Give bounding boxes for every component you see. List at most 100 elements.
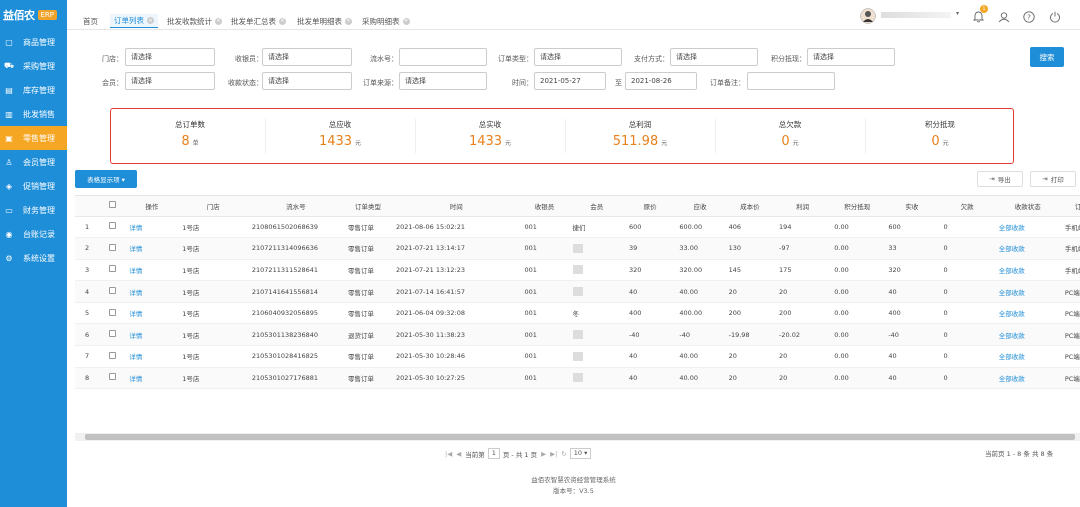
tab-2[interactable]: 批发收款统计 ✕ <box>163 14 226 28</box>
date-to-input[interactable]: 2021-08-26 <box>625 72 697 90</box>
table-row[interactable]: 4 详情 1号店 2107141641556814 零售订单 2021-07-14 16:… <box>75 280 1080 303</box>
table-row[interactable]: 7 详情 1号店 2105301028416825 零售订单 2021-05-30 10:… <box>75 345 1080 368</box>
user-center-icon[interactable] <box>998 8 1010 24</box>
close-icon[interactable]: ✕ <box>279 17 286 25</box>
row-checkbox[interactable] <box>108 222 116 230</box>
column-header[interactable]: 实收 <box>884 196 940 217</box>
column-header[interactable]: 操作 <box>125 196 179 217</box>
remark-input[interactable] <box>747 72 835 90</box>
tab-0[interactable]: 首页 <box>79 14 102 28</box>
sidebar-item-7[interactable]: ▭ 财务管理 <box>0 198 67 222</box>
column-header[interactable]: 收款状态 <box>994 196 1061 217</box>
table-row[interactable]: 5 详情 1号店 2106040932056895 零售订单 2021-06-04 09:… <box>75 302 1080 325</box>
order-type-select[interactable]: 请选择 <box>534 48 622 66</box>
row-checkbox[interactable] <box>108 330 116 338</box>
member-select[interactable]: 请选择 <box>125 72 215 90</box>
pay-status-select[interactable]: 请选择 <box>262 72 352 90</box>
column-header[interactable]: 成本价 <box>724 196 776 217</box>
help-icon[interactable]: ? <box>1023 8 1035 24</box>
column-header[interactable]: 流水号 <box>247 196 344 217</box>
row-checkbox[interactable] <box>108 265 116 273</box>
sidebar-item-3[interactable]: ▥ 批发销售 <box>0 102 67 126</box>
table-row[interactable]: 3 详情 1号店 2107211311528641 零售订单 2021-07-21 13:… <box>75 259 1080 282</box>
row-checkbox[interactable] <box>108 351 116 359</box>
sidebar-item-1[interactable]: ⛟ 采购管理 <box>0 54 67 78</box>
avatar[interactable] <box>860 8 876 24</box>
next-page-icon[interactable]: ▶ <box>541 450 546 458</box>
store-select[interactable]: 请选择 <box>125 48 215 66</box>
column-header[interactable]: 欠款 <box>939 196 995 217</box>
column-header[interactable]: 积分抵现 <box>830 196 885 217</box>
refresh-icon[interactable]: ↻ <box>561 450 566 458</box>
tab-5[interactable]: 采购明细表 ✕ <box>358 14 414 28</box>
prev-page-icon[interactable]: ◀ <box>456 450 461 458</box>
column-header[interactable]: 收银员 <box>520 196 569 217</box>
table-row[interactable]: 6 详情 1号店 2105301138236840 退货订单 2021-05-30 11:… <box>75 323 1080 347</box>
sidebar-item-0[interactable]: ▢ 商品管理 <box>0 30 67 54</box>
close-icon[interactable]: ✕ <box>345 17 352 25</box>
row-checkbox[interactable] <box>108 308 116 316</box>
payment-status-link[interactable]: 全部收款 <box>999 224 1025 232</box>
sidebar-item-6[interactable]: ◈ 促销管理 <box>0 174 67 198</box>
column-header[interactable]: 原价 <box>624 196 676 217</box>
chevron-down-icon[interactable]: ▾ <box>956 10 959 26</box>
tab-4[interactable]: 批发单明细表 ✕ <box>293 14 356 28</box>
sidebar-item-8[interactable]: ◉ 台账记录 <box>0 222 67 246</box>
first-page-icon[interactable]: |◀ <box>445 450 452 458</box>
column-header[interactable]: 利润 <box>775 196 831 217</box>
tab-1[interactable]: 订单列表 ✕ <box>110 14 158 28</box>
payment-status-link[interactable]: 全部收款 <box>999 245 1025 253</box>
points-select[interactable]: 请选择 <box>807 48 895 66</box>
page-input[interactable]: 1 <box>487 448 500 459</box>
page-size-select[interactable]: 10 ▾ <box>569 448 592 459</box>
payment-status-link[interactable]: 全部收款 <box>999 267 1025 275</box>
close-icon[interactable]: ✕ <box>147 17 154 24</box>
last-page-icon[interactable]: ▶| <box>550 450 557 458</box>
print-button[interactable]: ⇥ 打印 <box>1030 171 1076 187</box>
row-checkbox[interactable] <box>108 243 116 251</box>
detail-link[interactable]: 详情 <box>129 289 142 297</box>
table-row[interactable]: 1 详情 1号店 2108061502068639 零售订单 2021-08-06 15:… <box>75 216 1080 239</box>
table-row[interactable]: 2 详情 1号店 2107211314096636 零售订单 2021-07-21 13:… <box>75 237 1080 260</box>
columns-button[interactable]: 表格显示项 ▾ <box>75 170 137 188</box>
close-icon[interactable]: ✕ <box>215 17 222 25</box>
horizontal-scrollbar[interactable] <box>75 433 1080 441</box>
detail-link[interactable]: 详情 <box>129 375 142 383</box>
scrollbar-thumb[interactable] <box>85 434 1075 440</box>
date-from-input[interactable]: 2021-05-27 <box>534 72 606 90</box>
column-header[interactable]: 门店 <box>178 196 248 217</box>
payment-status-link[interactable]: 全部收款 <box>999 310 1025 318</box>
detail-link[interactable]: 详情 <box>129 310 142 318</box>
sidebar-item-4[interactable]: ▣ 零售管理 <box>0 126 67 150</box>
source-select[interactable]: 请选择 <box>399 72 487 90</box>
row-checkbox[interactable] <box>108 287 116 295</box>
sidebar-item-9[interactable]: ⚙ 系统设置 <box>0 246 67 270</box>
table-row[interactable]: 8 详情 1号店 2105301027176881 零售订单 2021-05-30 10:… <box>75 367 1080 390</box>
cashier-select[interactable]: 请选择 <box>262 48 352 66</box>
detail-link[interactable]: 详情 <box>129 332 142 340</box>
detail-link[interactable]: 详情 <box>129 353 142 361</box>
column-header[interactable]: 订单类型 <box>343 196 392 217</box>
select-all-checkbox[interactable] <box>108 201 116 209</box>
detail-link[interactable]: 详情 <box>129 224 142 232</box>
logout-icon[interactable] <box>1049 8 1061 24</box>
payment-status-link[interactable]: 全部收款 <box>999 289 1025 297</box>
pay-method-select[interactable]: 请选择 <box>670 48 758 66</box>
close-icon[interactable]: ✕ <box>402 17 410 25</box>
payment-status-link[interactable]: 全部收款 <box>999 332 1025 340</box>
detail-link[interactable]: 详情 <box>129 267 142 275</box>
export-button[interactable]: ⇥ 导出 <box>977 171 1023 187</box>
column-header[interactable]: 应收 <box>675 196 725 217</box>
column-header[interactable]: 会员 <box>568 196 625 217</box>
bell-icon[interactable]: 1 <box>972 5 988 24</box>
sidebar-item-5[interactable]: ♙ 会员管理 <box>0 150 67 174</box>
column-header[interactable]: 时间 <box>391 196 521 217</box>
tab-3[interactable]: 批发单汇总表 ✕ <box>227 14 290 28</box>
payment-status-link[interactable]: 全部收款 <box>999 353 1025 361</box>
column-header[interactable]: 订单来源 <box>1060 196 1080 217</box>
serial-input[interactable] <box>399 48 487 66</box>
row-checkbox[interactable] <box>108 373 116 381</box>
payment-status-link[interactable]: 全部收款 <box>999 375 1025 383</box>
username[interactable] <box>881 12 951 18</box>
detail-link[interactable]: 详情 <box>129 245 142 253</box>
